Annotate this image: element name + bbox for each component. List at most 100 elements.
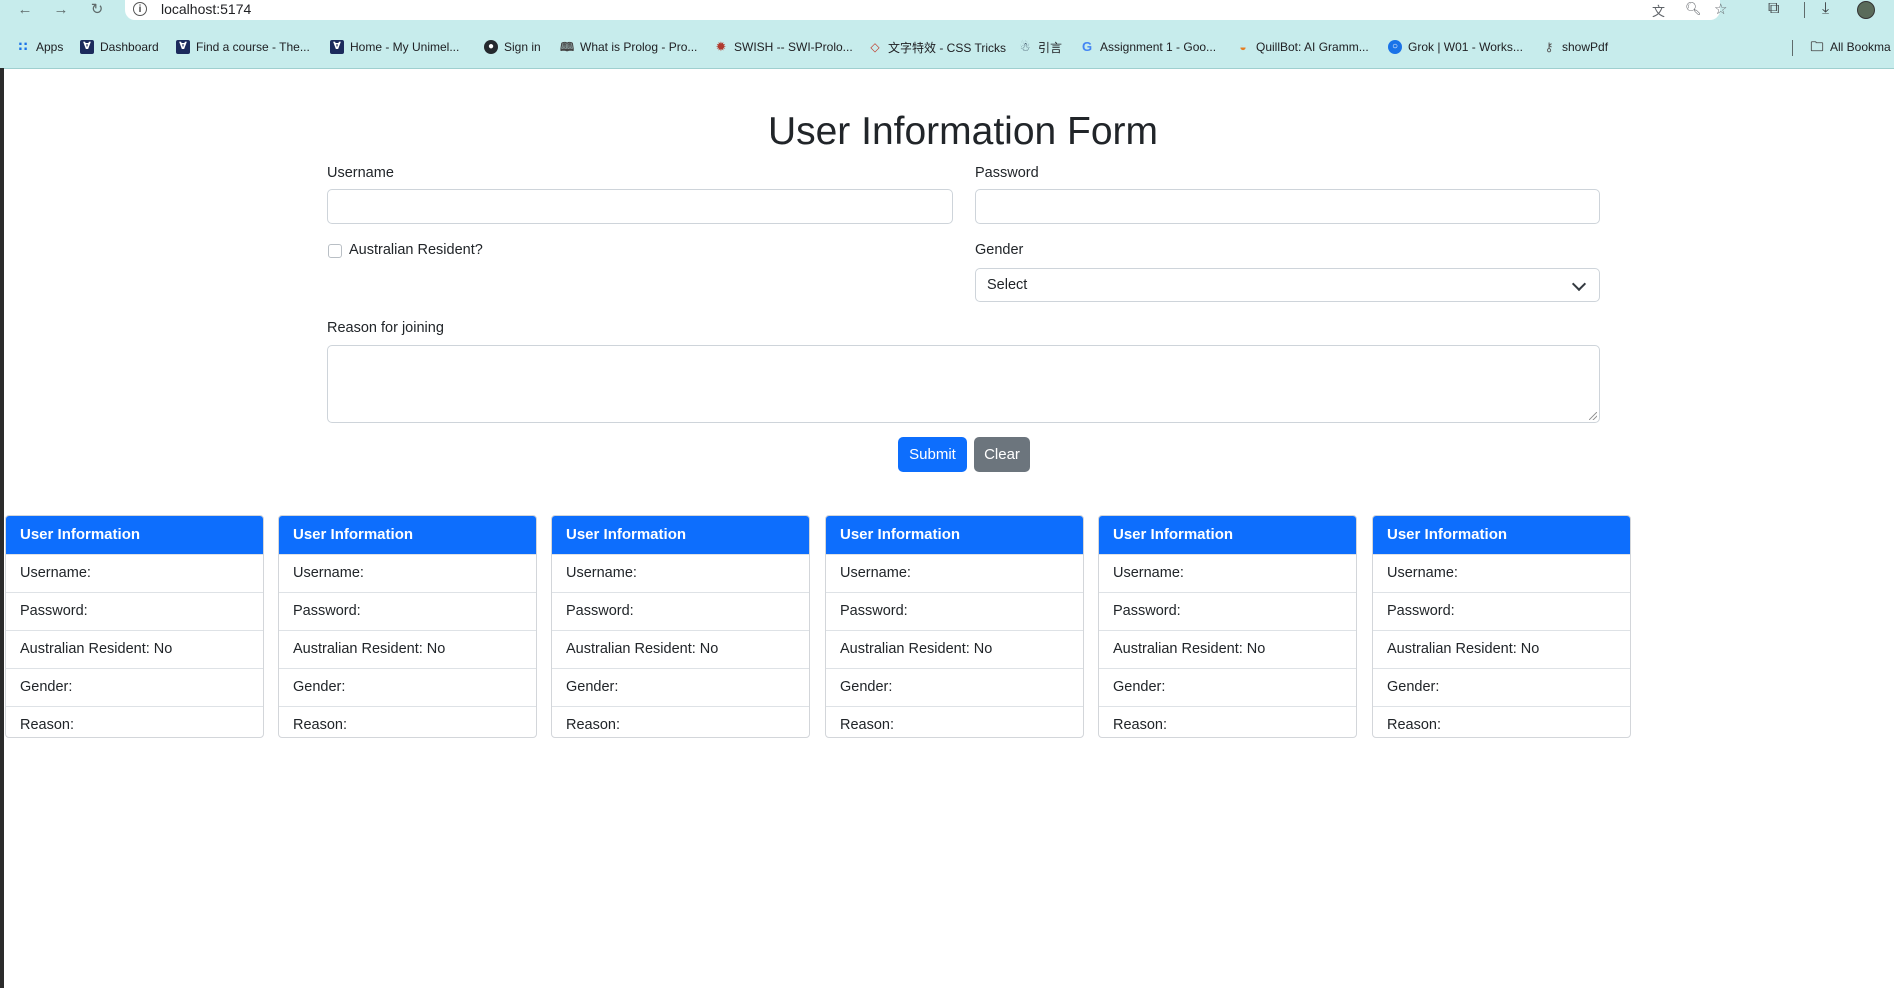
- card-username: Username:: [279, 554, 536, 592]
- bookmark-dashboard[interactable]: ∀ Dashboard: [80, 36, 159, 58]
- unimelb-icon: ∀: [330, 40, 344, 54]
- page-title: User Information Form: [767, 110, 1159, 153]
- translate-icon[interactable]: 文: [1652, 1, 1665, 20]
- user-info-card: User Information Username: Password: Aus…: [1372, 515, 1631, 738]
- card-gender: Gender:: [6, 668, 263, 706]
- user-info-card: User Information Username: Password: Aus…: [551, 515, 810, 738]
- bookmark-label: Find a course - The...: [196, 40, 310, 54]
- address-bar[interactable]: i localhost:5174 文 🔍︎ ☆: [125, 0, 1727, 20]
- card-password: Password:: [826, 592, 1083, 630]
- clear-button[interactable]: Clear: [974, 437, 1030, 472]
- reload-icon[interactable]: ↻: [86, 0, 108, 20]
- bookmark-label: 引言: [1038, 40, 1063, 55]
- browser-toolbar: ← → ↻ i localhost:5174 文 🔍︎ ☆ ⧉ ⤓: [0, 0, 1894, 22]
- card-reason: Reason:: [279, 706, 536, 737]
- profile-avatar-icon[interactable]: [1857, 1, 1875, 19]
- card-reason: Reason:: [1099, 706, 1356, 737]
- reason-textarea[interactable]: [327, 345, 1600, 423]
- bookmark-assignment[interactable]: G Assignment 1 - Goo...: [1080, 36, 1216, 58]
- bookmark-label: Grok | W01 - Works...: [1408, 40, 1523, 54]
- extensions-icon[interactable]: ⧉: [1768, 0, 1779, 18]
- bookmark-yinyan[interactable]: ☃ 引言: [1018, 36, 1062, 58]
- password-input[interactable]: [975, 189, 1600, 224]
- card-password: Password:: [552, 592, 809, 630]
- gender-label: Gender: [975, 242, 1024, 258]
- download-icon[interactable]: ⤓: [1822, 0, 1829, 18]
- card-username: Username:: [1099, 554, 1356, 592]
- forward-icon[interactable]: →: [50, 0, 72, 20]
- card-resident: Australian Resident: No: [6, 630, 263, 668]
- bookmark-github-signin[interactable]: ● Sign in: [484, 36, 541, 58]
- card-gender: Gender:: [1373, 668, 1630, 706]
- back-icon[interactable]: ←: [14, 0, 36, 20]
- card-header: User Information: [1099, 516, 1356, 554]
- bookmark-label: Assignment 1 - Goo...: [1100, 40, 1217, 54]
- bookmark-label: Home - My Unimel...: [350, 40, 460, 54]
- gender-select-value: Select: [987, 277, 1028, 293]
- card-username: Username:: [826, 554, 1083, 592]
- resize-grip-icon[interactable]: [1589, 412, 1597, 420]
- card-header: User Information: [826, 516, 1083, 554]
- folder-icon: 🗀︎: [1810, 39, 1824, 54]
- card-username: Username:: [1373, 554, 1630, 592]
- bookmark-label: SWISH -- SWI-Prolo...: [734, 40, 853, 54]
- username-input[interactable]: [327, 189, 953, 224]
- bookmark-label: QuillBot: AI Gramm...: [1256, 40, 1369, 54]
- site-info-icon[interactable]: i: [133, 2, 147, 16]
- gender-select[interactable]: Select: [975, 268, 1600, 302]
- card-resident: Australian Resident: No: [552, 630, 809, 668]
- zoom-icon[interactable]: 🔍︎: [1685, 1, 1702, 17]
- bookmark-css-tricks[interactable]: ◇ 文字特效 - CSS Tricks: [868, 36, 1006, 58]
- card-reason: Reason:: [1373, 706, 1630, 737]
- bookmark-label: All Bookma: [1830, 40, 1891, 54]
- window-left-edge: [0, 68, 4, 988]
- bookmark-quillbot[interactable]: ◒ QuillBot: AI Gramm...: [1236, 36, 1369, 58]
- quillbot-icon: ◒: [1239, 40, 1247, 54]
- bookmark-all-bookmarks[interactable]: 🗀︎ All Bookma: [1810, 36, 1891, 58]
- bookmark-prolog[interactable]: 🕮︎ What is Prolog - Pro...: [560, 36, 697, 58]
- bookmark-label: showPdf: [1562, 40, 1609, 54]
- bookmark-star-icon[interactable]: ☆: [1714, 0, 1727, 18]
- grok-icon: ○: [1388, 40, 1402, 54]
- bookmark-apps[interactable]: ∷ Apps: [16, 36, 63, 58]
- submit-button[interactable]: Submit: [898, 437, 967, 472]
- bookmark-label: Dashboard: [100, 40, 159, 54]
- browser-chrome: ← → ↻ i localhost:5174 文 🔍︎ ☆ ⧉ ⤓ ∷ Apps…: [0, 0, 1894, 69]
- card-reason: Reason:: [826, 706, 1083, 737]
- chevron-down-icon: [1571, 276, 1587, 292]
- bookmark-label: What is Prolog - Pro...: [580, 40, 698, 54]
- book-icon: 🕮︎: [560, 40, 575, 54]
- card-gender: Gender:: [279, 668, 536, 706]
- bookmark-label: Apps: [36, 40, 64, 54]
- address-url[interactable]: localhost:5174: [161, 1, 251, 17]
- card-gender: Gender:: [1099, 668, 1356, 706]
- key-icon: ⚷: [1544, 40, 1554, 54]
- card-gender: Gender:: [826, 668, 1083, 706]
- card-gender: Gender:: [552, 668, 809, 706]
- card-reason: Reason:: [552, 706, 809, 737]
- card-resident: Australian Resident: No: [1099, 630, 1356, 668]
- google-icon: G: [1081, 39, 1093, 54]
- card-resident: Australian Resident: No: [279, 630, 536, 668]
- user-info-card: User Information Username: Password: Aus…: [825, 515, 1084, 738]
- card-password: Password:: [279, 592, 536, 630]
- user-info-card: User Information Username: Password: Aus…: [278, 515, 537, 738]
- reason-label: Reason for joining: [327, 320, 444, 336]
- bookmark-grok[interactable]: ○ Grok | W01 - Works...: [1388, 36, 1523, 58]
- user-info-card: User Information Username: Password: Aus…: [5, 515, 264, 738]
- bookmark-showpdf[interactable]: ⚷ showPdf: [1542, 36, 1608, 58]
- card-password: Password:: [1099, 592, 1356, 630]
- bookmark-swish[interactable]: ✹ SWISH -- SWI-Prolo...: [714, 36, 853, 58]
- bookmark-my-unimelb[interactable]: ∀ Home - My Unimel...: [330, 36, 459, 58]
- card-username: Username:: [6, 554, 263, 592]
- card-header: User Information: [1373, 516, 1630, 554]
- bookmark-find-course[interactable]: ∀ Find a course - The...: [176, 36, 310, 58]
- australian-resident-label[interactable]: Australian Resident?: [349, 242, 483, 258]
- australian-resident-checkbox[interactable]: [328, 244, 342, 258]
- toolbar-divider: [1804, 2, 1805, 18]
- card-header: User Information: [552, 516, 809, 554]
- card-reason: Reason:: [6, 706, 263, 737]
- card-username: Username:: [552, 554, 809, 592]
- github-icon: ●: [484, 40, 498, 54]
- diamond-icon: ◇: [870, 40, 880, 54]
